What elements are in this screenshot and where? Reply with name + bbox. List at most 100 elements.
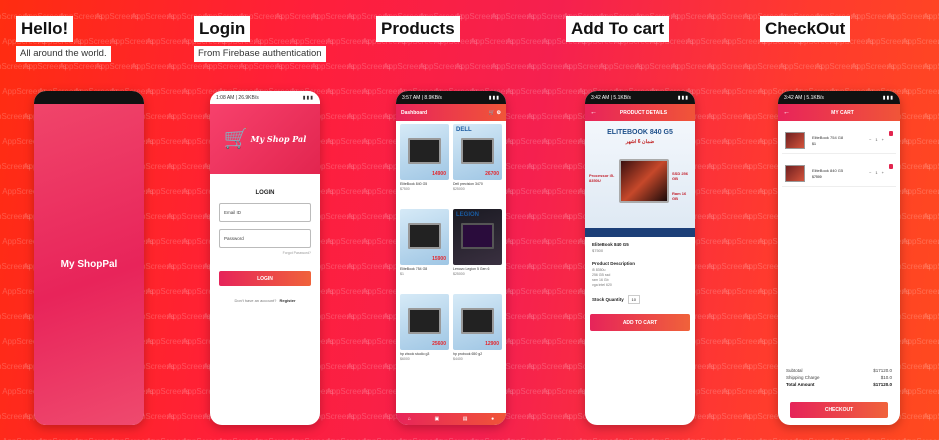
product-card[interactable]: 12900 hp probook 650 g2 $4400: [453, 294, 502, 376]
add-to-cart-button[interactable]: ADD TO CART: [590, 314, 690, 331]
minus-icon[interactable]: −: [869, 170, 871, 175]
status-bar: [34, 91, 144, 104]
cart-item-name: EliteBook 754 G8: [812, 134, 844, 140]
status-bar: 3:57 AM | 8.9KB/s ▮▮▮: [396, 91, 506, 104]
total-value: $17120.0: [873, 382, 892, 387]
delete-icon[interactable]: [889, 164, 893, 169]
back-arrow-icon[interactable]: ←: [590, 109, 597, 116]
panel-login: Login From Firebase authentication 1:08 …: [182, 0, 367, 440]
app-bar: ← MY CART: [778, 104, 900, 121]
no-account-text: Don't have an account?: [234, 298, 277, 303]
product-card[interactable]: DELL 26700 Dell precision 3470 $25000: [453, 124, 502, 206]
quantity-stepper[interactable]: −1 +: [869, 170, 884, 175]
panel-subtitle: All around the world.: [16, 46, 111, 62]
signal-icon: ▮▮▮: [302, 94, 314, 101]
product-name: Dell precision 3470: [453, 182, 483, 186]
cart-icon[interactable]: 🛒 ⚙: [489, 110, 501, 116]
cart-item: EliteBook 840 G5 $7500 −1 +: [782, 160, 896, 187]
spec-processor: Processor i5-8350U: [589, 173, 615, 183]
product-image: DELL 26700: [453, 124, 502, 180]
product-card[interactable]: 15900 EliteBook 754 G8 $1: [400, 209, 449, 291]
product-image: LEGION: [453, 209, 502, 265]
product-card[interactable]: LEGION Lenovo Legion 5 Gen 6 $25000: [453, 209, 502, 291]
quantity-input[interactable]: 10: [627, 295, 640, 304]
profile-icon[interactable]: ●: [491, 416, 494, 422]
cart-icon: 🛒: [223, 128, 249, 150]
home-icon[interactable]: ⌂: [408, 416, 411, 422]
status-time: 3:42 AM | 5.1KB/s: [591, 94, 631, 101]
product-image: 14900: [400, 124, 449, 180]
laptop-image: [461, 223, 494, 249]
register-link[interactable]: Register: [280, 298, 296, 303]
delete-icon[interactable]: [889, 131, 893, 136]
status-bar: 3:42 AM | 5.1KB/s ▮▮▮: [585, 91, 695, 104]
page-title: PRODUCT DETAILS: [619, 109, 668, 116]
cart-list: EliteBook 754 G8 $1−1 + EliteBook 840 G5 $75…: [778, 127, 900, 187]
phone-splash: My ShopPal: [34, 91, 144, 425]
logo-text: My Shop Pal: [250, 134, 307, 144]
product-name: EliteBook 754 G8: [400, 267, 428, 271]
products-icon[interactable]: ▣: [434, 416, 439, 422]
product-price: $25000: [453, 187, 465, 191]
total-row: Total Amount $17120.0: [786, 381, 892, 388]
product-name: EliteBook 840 G5: [400, 182, 428, 186]
forgot-password-link[interactable]: Forgot Password?: [219, 251, 311, 255]
checkout-button[interactable]: CHECKOUT: [790, 402, 888, 418]
product-card[interactable]: 14900 EliteBook 840 G5 $7500: [400, 124, 449, 206]
laptop-image: [619, 159, 669, 203]
app-bar: ← PRODUCT DETAILS: [585, 104, 695, 121]
product-tag: 15900: [432, 256, 446, 262]
orders-icon[interactable]: ▤: [463, 416, 468, 422]
laptop-image: [461, 138, 494, 164]
product-tag: 25600: [432, 341, 446, 347]
total-label: Total Amount: [786, 382, 815, 387]
register-row: Don't have an account? Register: [210, 298, 320, 303]
product-image: 15900: [400, 209, 449, 265]
panel-title: Products: [376, 16, 460, 42]
order-summary: Subtotal $17120.0 Shipping Charge $10.0 …: [786, 367, 892, 388]
cart-item-price: $7500: [812, 174, 822, 179]
bottom-nav: ⌂ ▣ ▤ ●: [396, 413, 506, 425]
phone-cart: 3:42 AM | 5.1KB/s ▮▮▮ ← MY CART EliteBoo…: [778, 91, 900, 425]
login-button[interactable]: LOGIN: [219, 271, 311, 286]
cart-item: EliteBook 754 G8 $1 −1 +: [782, 127, 896, 154]
product-card[interactable]: 25600 hp zbook studio g3 $6000: [400, 294, 449, 376]
description-text: i5 8350u 256 GB ssd ram 16 Gb vga intel 620: [592, 268, 688, 288]
banner-arabic: ضمان 6 اشهر: [625, 139, 655, 145]
quantity-label: Stock Quantity: [592, 297, 624, 302]
signal-icon: ▮▮▮: [488, 94, 500, 101]
product-brand: LEGION: [456, 212, 480, 218]
product-price: $4400: [453, 357, 463, 361]
product-name: hp probook 650 g2: [453, 352, 483, 356]
plus-icon[interactable]: +: [882, 137, 884, 142]
shipping-value: $10.0: [880, 375, 892, 380]
page-title: Dashboard: [401, 109, 428, 116]
banner-footer: [585, 228, 695, 237]
panel-hello: Hello! All around the world. My ShopPal: [4, 0, 189, 440]
product-image: 25600: [400, 294, 449, 350]
signal-icon: ▮▮▮: [882, 94, 894, 101]
splash-screen: My ShopPal: [34, 104, 144, 425]
cart-item-thumbnail: [785, 164, 805, 182]
plus-icon[interactable]: +: [882, 170, 884, 175]
back-arrow-icon[interactable]: ←: [783, 109, 790, 116]
minus-icon[interactable]: −: [869, 137, 871, 142]
product-name: EliteBook 840 G5: [592, 242, 629, 247]
shipping-label: Shipping Charge: [786, 375, 820, 380]
password-field[interactable]: Password: [219, 229, 311, 248]
spec-ram: Ram 16 GB: [672, 191, 687, 201]
quantity-stepper[interactable]: −1 +: [869, 137, 884, 142]
product-image: ELITEBOOK 840 G5 ضمان 6 اشهر Processor i…: [585, 121, 695, 237]
email-field[interactable]: Email ID: [219, 203, 311, 222]
product-tag: 12900: [485, 341, 499, 347]
laptop-image: [408, 223, 441, 249]
subtotal-value: $17120.0: [873, 368, 892, 373]
description-line: vga intel 620: [592, 283, 612, 287]
spec-ssd: SSD 256 GB: [672, 171, 689, 181]
product-price: $6000: [400, 357, 410, 361]
product-tag: 26700: [485, 171, 499, 177]
phone-products: 3:57 AM | 8.9KB/s ▮▮▮ Dashboard 🛒 ⚙ 1490…: [396, 91, 506, 425]
panel-add-to-cart: Add To cart 3:42 AM | 5.1KB/s ▮▮▮ ← PROD…: [554, 0, 739, 440]
phone-detail: 3:42 AM | 5.1KB/s ▮▮▮ ← PRODUCT DETAILS …: [585, 91, 695, 425]
panel-title: Login: [194, 16, 251, 42]
